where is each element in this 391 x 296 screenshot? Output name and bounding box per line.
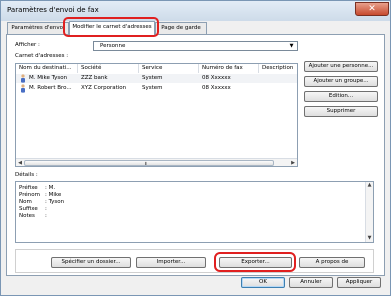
detail-key: Suffixe (19, 206, 38, 212)
column-header-description[interactable]: Description (259, 64, 297, 73)
edit-button[interactable]: Edition... (304, 91, 378, 102)
window-title: Paramètres d'envoi de fax (7, 6, 99, 14)
detail-line: Notes: (19, 213, 47, 220)
detail-key: Notes (19, 213, 35, 219)
cell-fax: 08 Xxxxxx (202, 85, 231, 91)
cell-service: System (142, 75, 163, 81)
cell-company: XYZ Corporation (81, 85, 127, 91)
scrollbar-thumb[interactable]: ⦀ (24, 160, 274, 166)
add-group-button[interactable]: Ajouter un groupe... (304, 76, 378, 87)
detail-value: : Tyson (45, 199, 65, 205)
filter-label: Afficher : (15, 42, 40, 48)
cell-fax: 08 Xxxxxx (202, 75, 231, 81)
person-icon (21, 74, 25, 83)
chevron-down-icon: ▼ (289, 43, 294, 49)
column-header-company[interactable]: Société (78, 64, 139, 73)
column-header-service[interactable]: Service (139, 64, 199, 73)
horizontal-scrollbar[interactable]: ◀ ⦀ ▶ (16, 158, 297, 166)
add-person-button[interactable]: Ajouter une personne... (304, 61, 378, 72)
specify-folder-button[interactable]: Spécifier un dossier... (51, 257, 131, 268)
cancel-button[interactable]: Annuler (289, 277, 333, 288)
detail-value: : M. (45, 185, 56, 191)
fax-settings-dialog: Paramètres d'envoi de fax ✕ Paramètres d… (0, 0, 391, 296)
scroll-down-icon[interactable]: ▼ (366, 235, 373, 242)
scroll-left-icon[interactable]: ◀ (16, 159, 24, 167)
table-row[interactable]: M. Robert Bro... XYZ Corporation System … (16, 84, 297, 93)
detail-value: : (45, 213, 47, 219)
detail-value: : (45, 206, 47, 212)
detail-key: Préfixe (19, 185, 38, 191)
about-button[interactable]: A propos de (299, 257, 365, 268)
address-book-list[interactable]: Nom du destinati... Société Service Numé… (15, 63, 298, 167)
filter-value: Personne (100, 43, 126, 49)
vertical-scrollbar[interactable]: ▲ ▼ (365, 182, 373, 242)
apply-button[interactable]: Appliquer (337, 277, 381, 288)
filter-dropdown[interactable]: Personne ▼ (93, 41, 298, 51)
ok-button[interactable]: OK (241, 277, 285, 288)
table-row[interactable]: M. Mike Tyson ZZZ bank System 08 Xxxxxx (16, 74, 297, 83)
detail-key: Nom (19, 199, 32, 205)
details-box: Préfixe : M. Prénom : Mike Nom : Tyson Suff… (15, 181, 374, 243)
close-button[interactable]: ✕ (355, 2, 389, 16)
scroll-right-icon[interactable]: ▶ (289, 159, 297, 167)
detail-line: Prénom : Mike (19, 192, 61, 199)
scroll-up-icon[interactable]: ▲ (366, 182, 373, 189)
tab-label: Paramètres d'envoi (11, 25, 65, 31)
grip-icon: ⦀ (145, 161, 147, 166)
detail-line: Suffixe: (19, 206, 47, 213)
cell-name: M. Mike Tyson (29, 75, 68, 81)
tab-label: Page de garde (161, 25, 201, 31)
delete-button[interactable]: Supprimer (304, 106, 378, 117)
detail-line: Préfixe : M. (19, 185, 55, 192)
export-highlight-annotation (214, 252, 296, 272)
detail-line: Nom : Tyson (19, 199, 64, 206)
import-button[interactable]: Importer... (136, 257, 206, 268)
title-bar: Paramètres d'envoi de fax ✕ (1, 1, 390, 21)
address-book-label: Carnet d'adresses : (15, 53, 69, 59)
detail-key: Prénom (19, 192, 40, 198)
column-header-name[interactable]: Nom du destinati... (16, 64, 78, 73)
cell-service: System (142, 85, 163, 91)
cell-company: ZZZ bank (81, 75, 108, 81)
detail-value: : Mike (45, 192, 62, 198)
tab-highlight-annotation (63, 17, 159, 37)
cell-name: M. Robert Bro... (29, 85, 72, 91)
column-header-fax[interactable]: Numéro de fax (199, 64, 259, 73)
details-label: Détails : (15, 172, 38, 178)
person-icon (21, 84, 25, 93)
